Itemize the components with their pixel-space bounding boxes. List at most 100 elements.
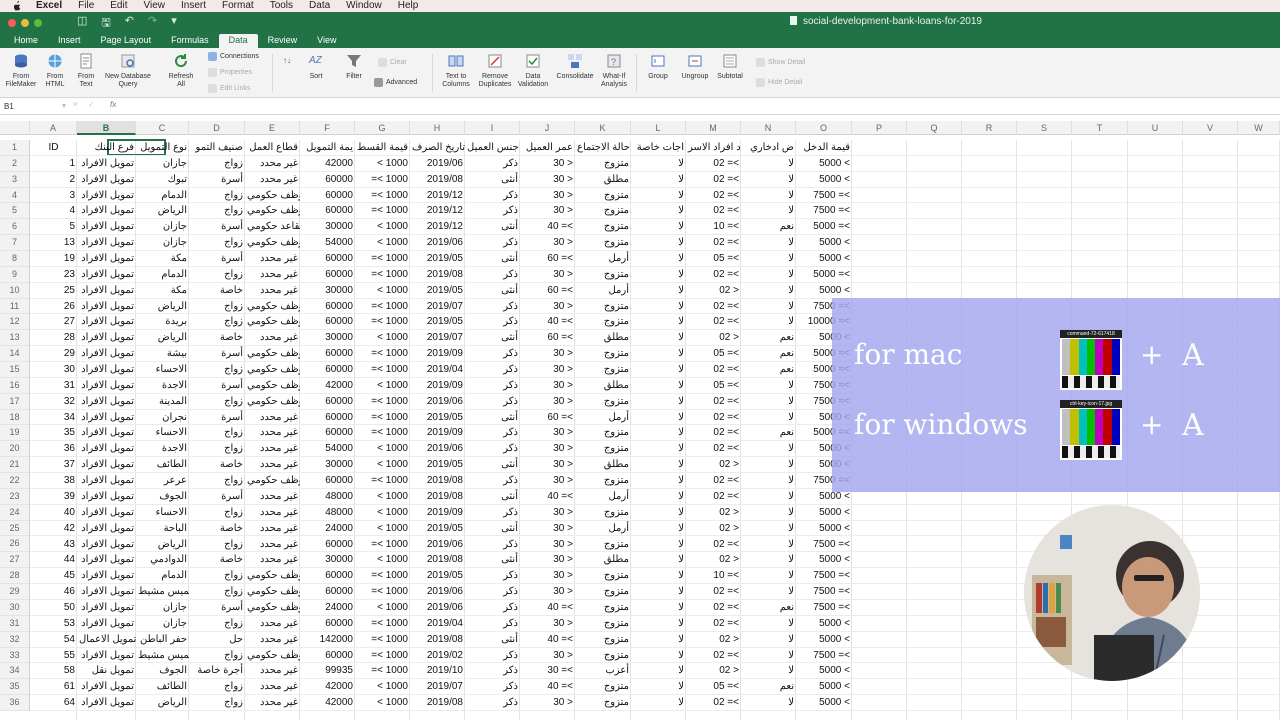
table-cell[interactable]: غير محدد	[245, 267, 300, 283]
table-cell[interactable]: أنثى	[465, 283, 520, 299]
table-cell[interactable]: 2019/09	[410, 425, 465, 441]
menu-view[interactable]: View	[144, 0, 166, 12]
table-cell[interactable]: 7500 =<	[796, 203, 852, 219]
table-cell[interactable]: مطلق	[575, 378, 631, 394]
table-cell[interactable]: 2019/12	[410, 203, 465, 219]
table-cell[interactable]: الاجدة	[136, 441, 189, 457]
row-header[interactable]: 33	[0, 648, 29, 664]
table-cell[interactable]: ذكر	[465, 648, 520, 664]
table-cell[interactable]: 2019/05	[410, 410, 465, 426]
table-cell[interactable]: تمويل الافراد	[77, 378, 136, 394]
table-cell[interactable]: 5000 <	[796, 521, 852, 537]
table-cell[interactable]: لا	[741, 537, 796, 553]
table-cell[interactable]: موظف حكومي	[245, 235, 300, 251]
table-cell[interactable]: 02 =<	[686, 172, 741, 188]
table-cell[interactable]: تمويل الافراد	[77, 410, 136, 426]
table-cell[interactable]: =< 1000	[355, 425, 410, 441]
table-cell[interactable]: 2019/09	[410, 378, 465, 394]
column-header-p[interactable]: P	[852, 121, 907, 135]
menu-data[interactable]: Data	[309, 0, 330, 12]
new-database-query-button[interactable]: New Database Query	[102, 52, 154, 89]
table-cell[interactable]: 10 =<	[686, 568, 741, 584]
table-cell[interactable]: لا	[631, 188, 686, 204]
table-cell[interactable]: ذكر	[465, 600, 520, 616]
table-cell[interactable]: تمويل الافراد	[77, 568, 136, 584]
table-cell[interactable]: < 1000	[355, 235, 410, 251]
table-cell[interactable]: 2019/02	[410, 648, 465, 664]
table-cell[interactable]: زواج	[189, 584, 245, 600]
table-cell[interactable]: 2019/06	[410, 394, 465, 410]
table-cell[interactable]: ذكر	[465, 267, 520, 283]
table-cell[interactable]: متزوج	[575, 346, 631, 362]
table-cell[interactable]: زواج	[189, 235, 245, 251]
column-header-c[interactable]: C	[136, 121, 189, 135]
table-cell[interactable]: =< 1000	[355, 584, 410, 600]
table-cell[interactable]: متزوج	[575, 314, 631, 330]
row-header[interactable]: 10	[0, 283, 29, 299]
table-cell[interactable]: موظف حكومي	[245, 394, 300, 410]
table-cell[interactable]: 05 =<	[686, 378, 741, 394]
table-cell[interactable]: نعم	[741, 600, 796, 616]
table-cell[interactable]: 60000	[300, 299, 355, 315]
table-cell[interactable]: 37	[30, 457, 77, 473]
table-cell[interactable]: ذكر	[465, 537, 520, 553]
table-cell[interactable]: زواج	[189, 679, 245, 695]
table-cell[interactable]: 60000	[300, 172, 355, 188]
table-cell[interactable]: غير محدد	[245, 489, 300, 505]
table-cell[interactable]: زواج	[189, 695, 245, 711]
tab-data[interactable]: Data	[218, 34, 258, 48]
table-cell[interactable]: زواج	[189, 441, 245, 457]
row-header[interactable]: 34	[0, 663, 29, 680]
table-cell[interactable]: =< 1000	[355, 314, 410, 330]
tab-page-layout[interactable]: Page Layout	[91, 34, 162, 48]
table-cell[interactable]: لا	[741, 172, 796, 188]
column-title-cell[interactable]: ض ادخاري	[741, 140, 796, 156]
properties-button[interactable]: Properties	[208, 68, 252, 77]
table-cell[interactable]: 42	[30, 521, 77, 537]
table-cell[interactable]: =< 1000	[355, 394, 410, 410]
table-cell[interactable]: مكة	[136, 251, 189, 267]
table-cell[interactable]: غير محدد	[245, 679, 300, 695]
column-header-u[interactable]: U	[1128, 121, 1183, 135]
remove-duplicates-button[interactable]: Remove Duplicates	[476, 52, 514, 89]
row-header[interactable]: 8	[0, 251, 29, 267]
table-cell[interactable]: 60000	[300, 251, 355, 267]
table-cell[interactable]: 2019/04	[410, 616, 465, 632]
table-cell[interactable]: لا	[741, 441, 796, 457]
table-cell[interactable]: =< 1000	[355, 172, 410, 188]
table-cell[interactable]: غير محدد	[245, 537, 300, 553]
table-cell[interactable]: لا	[631, 616, 686, 632]
table-cell[interactable]: جازان	[136, 616, 189, 632]
tab-view[interactable]: View	[307, 34, 346, 48]
table-cell[interactable]: تمويل الافراد	[77, 219, 136, 235]
table-cell[interactable]: زواج	[189, 188, 245, 204]
table-cell[interactable]: زواج	[189, 314, 245, 330]
table-cell[interactable]: 02 >	[686, 663, 741, 679]
table-cell[interactable]: تمويل الافراد	[77, 537, 136, 553]
table-cell[interactable]: الاحساء	[136, 362, 189, 378]
table-cell[interactable]: ذكر	[465, 441, 520, 457]
table-cell[interactable]: ذكر	[465, 362, 520, 378]
table-cell[interactable]: لا	[631, 425, 686, 441]
table-cell[interactable]: متزوج	[575, 235, 631, 251]
table-cell[interactable]: 64	[30, 695, 77, 711]
table-cell[interactable]: موظف حكومي	[245, 568, 300, 584]
table-cell[interactable]: 54	[30, 632, 77, 648]
table-cell[interactable]: 39	[30, 489, 77, 505]
row-header[interactable]: 9	[0, 267, 29, 283]
close-window-button[interactable]	[8, 19, 16, 27]
table-cell[interactable]: جازان	[136, 600, 189, 616]
table-cell[interactable]: =< 1000	[355, 568, 410, 584]
table-cell[interactable]: لا	[631, 521, 686, 537]
table-cell[interactable]: 02 =<	[686, 156, 741, 172]
table-cell[interactable]: لا	[631, 314, 686, 330]
table-cell[interactable]: لا	[631, 219, 686, 235]
table-cell[interactable]: ذكر	[465, 235, 520, 251]
row-header[interactable]: 19	[0, 425, 29, 442]
table-cell[interactable]: نجران	[136, 410, 189, 426]
table-cell[interactable]: الجوف	[136, 489, 189, 505]
table-cell[interactable]: 2019/08	[410, 552, 465, 568]
row-header[interactable]: 35	[0, 679, 29, 696]
table-cell[interactable]: 30000	[300, 283, 355, 299]
table-cell[interactable]: 142000	[300, 632, 355, 648]
